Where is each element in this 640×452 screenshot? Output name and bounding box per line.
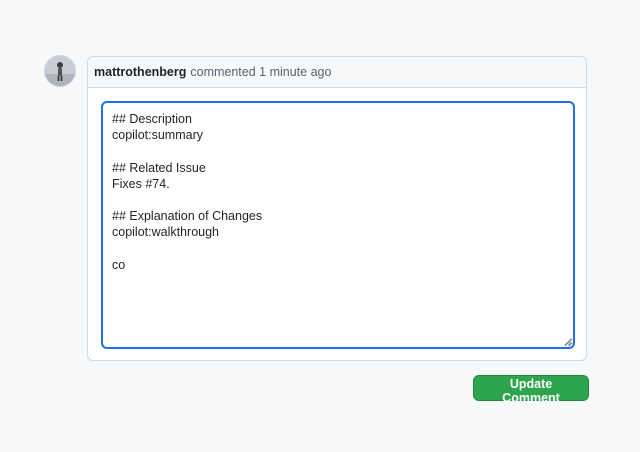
author-link[interactable]: mattrothenberg xyxy=(94,65,186,79)
comment-editor-wrapper: ## Description copilot:summary ## Relate… xyxy=(101,101,575,349)
comment-editor-page: mattrothenberg commented 1 minute ago ##… xyxy=(0,0,640,452)
avatar[interactable] xyxy=(44,55,76,87)
avatar-photo-icon xyxy=(45,56,75,86)
update-comment-button[interactable]: Update Comment xyxy=(473,375,589,405)
comment-timestamp: commented 1 minute ago xyxy=(190,65,332,79)
comment-header: mattrothenberg commented 1 minute ago xyxy=(88,57,586,88)
comment-box: mattrothenberg commented 1 minute ago ##… xyxy=(87,56,587,361)
comment-textarea[interactable]: ## Description copilot:summary ## Relate… xyxy=(101,101,575,349)
